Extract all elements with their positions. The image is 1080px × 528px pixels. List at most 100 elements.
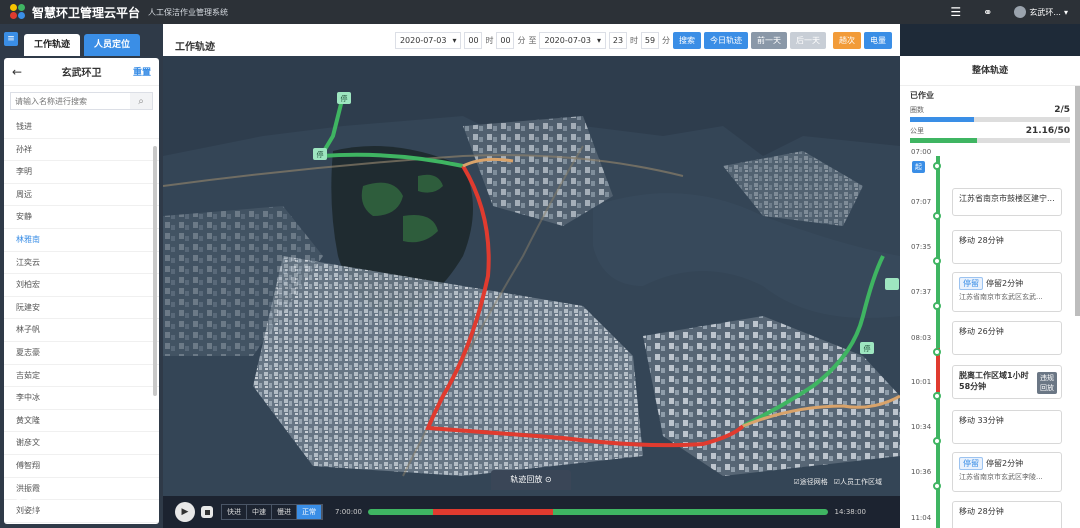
bell-icon[interactable]: ⚭ xyxy=(983,6,992,19)
playback-button[interactable]: 轨迹回放 ⊙ xyxy=(491,470,571,490)
search-box: ⌕ xyxy=(10,92,153,110)
map-view[interactable]: 停 停 停 轨迹回放 ⊙ ☑途径网格 ☑人员工作区域 xyxy=(163,56,900,528)
timeline-card[interactable]: 移动 33分钟 xyxy=(952,410,1062,444)
map-pin-icon[interactable]: 停 xyxy=(337,92,351,104)
tab-person-location[interactable]: 人员定位 xyxy=(84,34,141,56)
timeline-card[interactable]: 江苏省南京市鼓楼区建宁... xyxy=(952,188,1062,216)
timeline-slider[interactable] xyxy=(368,509,828,515)
timeline-card[interactable]: 停留 停留2分钟 江苏省南京市玄武区玄武... xyxy=(952,272,1062,312)
right-scrollbar[interactable] xyxy=(1075,86,1080,316)
list-item[interactable]: 谢彦文 xyxy=(4,432,159,455)
timeline-line xyxy=(936,392,940,528)
list-item[interactable]: 周远 xyxy=(4,184,159,207)
list-title: 玄武环卫 xyxy=(61,68,102,79)
area-checkbox[interactable]: ☑人员工作区域 xyxy=(834,477,882,487)
timeline-time: 10:01 xyxy=(911,378,932,386)
map-pin-icon[interactable]: 停 xyxy=(313,148,327,160)
prev-day-button[interactable]: 前一天 xyxy=(751,32,787,49)
list-item[interactable]: 林雅南 xyxy=(4,229,159,252)
status-label: 已作业 xyxy=(910,91,934,100)
timeline-text: 移动 28分钟 xyxy=(959,236,1004,245)
stop-icon[interactable] xyxy=(201,506,213,518)
start-minute-input[interactable]: 00 xyxy=(496,32,515,49)
timeline-card[interactable]: 停留 停留2分钟 江苏省南京市玄武区李陵... xyxy=(952,452,1062,492)
timeline-card[interactable]: 脱离工作区域1小时58分钟 违规回放 xyxy=(952,365,1062,399)
list-item[interactable]: 孙祥 xyxy=(4,139,159,162)
search-button[interactable]: 搜索 xyxy=(673,32,701,49)
list-item[interactable]: 安静 xyxy=(4,206,159,229)
speed-option[interactable]: 中速 xyxy=(247,505,272,519)
timeline-time: 07:07 xyxy=(911,198,932,206)
timeline-text: 停留2分钟 xyxy=(986,279,1024,288)
end-hour-input[interactable]: 23 xyxy=(609,32,627,49)
user-name: 玄武环... xyxy=(1029,7,1061,17)
next-day-button[interactable]: 后一天 xyxy=(790,32,826,49)
map-pin-icon[interactable]: 停 xyxy=(860,342,874,354)
right-panel: 整体轨迹 已作业 圈数 2/5 公里 21.16/50 起 07:00 07:07 江苏… xyxy=(900,56,1080,528)
timeline-dot xyxy=(933,437,941,445)
timeline-card[interactable]: 移动 26分钟 xyxy=(952,321,1062,355)
timeline-text: 江苏省南京市鼓楼区建宁... xyxy=(959,194,1055,203)
list-item[interactable]: 林子帆 xyxy=(4,319,159,342)
play-circle-icon: ⊙ xyxy=(544,475,552,484)
reset-button[interactable]: 重置 xyxy=(133,65,151,78)
start-badge: 起 xyxy=(912,161,925,173)
list-item[interactable]: 傅智翔 xyxy=(4,455,159,478)
list-item[interactable]: 李明 xyxy=(4,161,159,184)
timeline-time: 07:00 xyxy=(911,148,932,156)
timeline-card[interactable]: 移动 28分钟 xyxy=(952,230,1062,264)
start-date-picker[interactable]: 2020-07-03 ▾ xyxy=(394,32,462,49)
list-item[interactable]: 钱进 xyxy=(4,116,159,139)
list-item[interactable]: 黄文隆 xyxy=(4,410,159,433)
start-hour-input[interactable]: 00 xyxy=(464,32,483,49)
people-list: 钱进 孙祥 李明 周远 安静 林雅南 江奕云 刘柏宏 阮建安 林子帆 夏志豪 吉茹定 李中冰 黄文隆 谢彦文… xyxy=(4,116,159,523)
today-track-button[interactable]: 今日轨迹 xyxy=(704,32,748,49)
timeline-text: 移动 28分钟 xyxy=(959,507,1004,516)
svg-text:停: 停 xyxy=(341,94,348,103)
tab-work-track[interactable]: 工作轨迹 xyxy=(24,34,81,56)
timeline-card[interactable]: 移动 28分钟 xyxy=(952,501,1062,528)
list-item[interactable]: 夏志豪 xyxy=(4,342,159,365)
end-time: 14:38:00 xyxy=(834,508,866,516)
count-button[interactable]: 趟次 xyxy=(833,32,861,49)
grid-checkbox[interactable]: ☑途径网格 xyxy=(793,477,827,487)
menu-icon[interactable]: ☰ xyxy=(950,5,961,19)
timeline-time: 07:35 xyxy=(911,243,932,251)
top-bar: 智慧环卫管理云平台 人工保洁作业管理系统 ☰ ⚭ 玄武环... ▾ xyxy=(0,0,1080,24)
list-item[interactable]: 阮建安 xyxy=(4,297,159,320)
end-minute-input[interactable]: 59 xyxy=(641,32,659,49)
violation-replay-button[interactable]: 违规回放 xyxy=(1037,372,1057,394)
list-item[interactable]: 江奕云 xyxy=(4,252,159,275)
timeline-text: 脱离工作区域1小时58分钟 xyxy=(959,371,1029,391)
circles-value: 2/5 xyxy=(1054,105,1070,115)
play-icon[interactable]: ▶ xyxy=(175,502,195,522)
map-pin-icon[interactable] xyxy=(885,278,899,290)
svg-text:停: 停 xyxy=(317,150,324,159)
timeline-dot xyxy=(933,257,941,265)
people-list-card: ← 玄武环卫 重置 ⌕ 钱进孙祥李明周远安静林雅南江奕云刘柏宏阮建安林子帆夏志豪… xyxy=(4,58,159,524)
list-scrollbar[interactable] xyxy=(153,146,157,396)
chevron-down-icon: ▾ xyxy=(452,36,457,45)
timeline-time: 08:03 xyxy=(911,334,932,342)
left-panel: ≡ 工作轨迹 人员定位 ← 玄武环卫 重置 ⌕ 钱进孙祥李明周远安静林雅南江奕云… xyxy=(0,24,163,528)
end-date-picker[interactable]: 2020-07-03 ▾ xyxy=(539,32,606,49)
timeline-time: 07:37 xyxy=(911,288,932,296)
list-item[interactable]: 李中冰 xyxy=(4,387,159,410)
list-item[interactable]: 吉茹定 xyxy=(4,365,159,388)
search-icon[interactable]: ⌕ xyxy=(130,93,152,109)
collapse-menu-button[interactable]: ≡ xyxy=(4,32,18,46)
back-arrow-icon[interactable]: ← xyxy=(12,65,22,79)
speed-option[interactable]: 慢进 xyxy=(272,505,297,519)
timeline-dot xyxy=(933,482,941,490)
timeline-time: 10:36 xyxy=(911,468,932,476)
power-button[interactable]: 电量 xyxy=(864,32,892,49)
stay-tag: 停留 xyxy=(959,457,983,470)
speed-option[interactable]: 快进 xyxy=(222,505,247,519)
start-time: 7:00:00 xyxy=(335,508,362,516)
speed-option[interactable]: 正常 xyxy=(297,505,322,519)
search-input[interactable] xyxy=(11,93,130,109)
app-logo-icon xyxy=(10,4,26,20)
list-item[interactable]: 刘柏宏 xyxy=(4,274,159,297)
panel-title: 整体轨迹 xyxy=(900,56,1080,86)
user-menu[interactable]: 玄武环... ▾ xyxy=(1014,6,1068,18)
